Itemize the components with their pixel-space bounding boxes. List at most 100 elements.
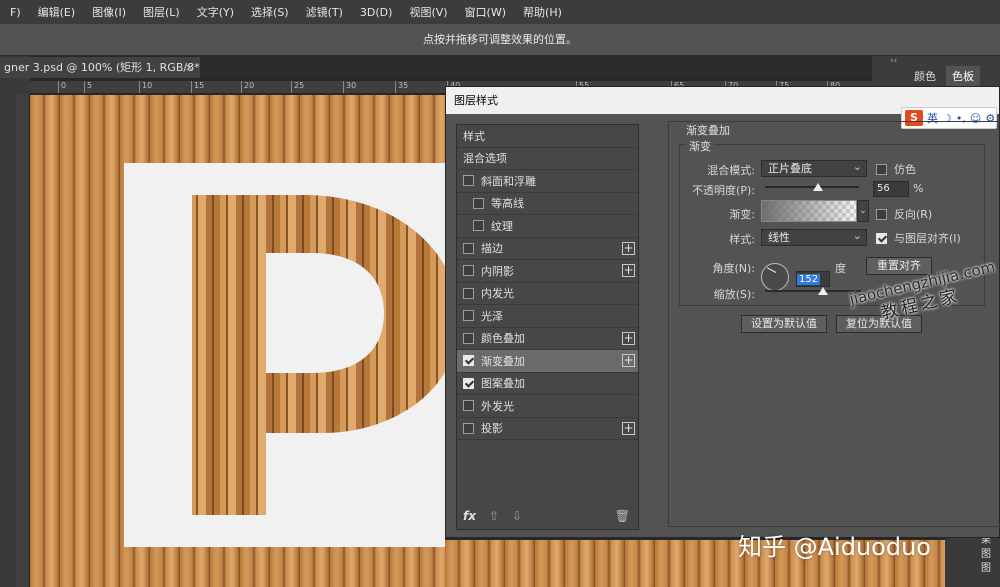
style-item[interactable]: 混合选项 [457,148,638,170]
style-checkbox[interactable] [463,310,474,322]
style-item[interactable]: 投影 + [457,418,638,440]
style-checkbox[interactable] [463,265,474,277]
style-checkbox[interactable] [463,175,474,187]
menu-item[interactable]: 图层(L) [135,4,189,20]
panel-item[interactable]: 图 [945,562,1000,576]
document-tab-bar: gner 3.psd @ 100% (矩形 1, RGB/8*) * × [0,57,872,78]
style-checkbox[interactable] [463,355,474,367]
chevron-down-icon[interactable]: ⌄ [857,200,869,222]
menu-item[interactable]: 图像(I) [84,4,135,20]
style-item[interactable]: 渐变叠加 + [457,350,638,373]
letter-p-shape [192,195,445,515]
credit-text: 知乎 @Aiduoduo [738,533,931,561]
reverse-label: 反向(R) [894,208,933,221]
style-checkbox[interactable] [463,422,474,434]
ruler-tick: 0 [58,81,66,93]
style-item[interactable]: 光泽 [457,305,638,328]
angle-dial[interactable] [761,263,789,291]
panel-item[interactable]: 图 [945,548,1000,562]
add-icon[interactable]: + [622,421,635,435]
menu-item[interactable]: 视图(V) [401,4,456,20]
blend-mode-value: 正片叠底 [768,162,812,175]
dither-checkbox[interactable]: 仿色 [876,161,916,177]
menu-item[interactable]: 编辑(E) [30,4,85,20]
gradient-label: 渐变: [729,208,755,221]
style-item-label: 描边 [481,242,503,256]
reset-align-button[interactable]: 重置对齐 [866,257,932,275]
style-item-label: 投影 [481,422,503,436]
move-up-icon[interactable]: ⇧ [489,509,499,523]
opacity-input[interactable]: 56 [873,181,909,197]
style-checkbox[interactable] [463,400,474,412]
style-checkbox[interactable] [463,377,474,389]
trash-icon[interactable]: 🗑 [615,509,630,523]
canvas[interactable] [30,95,445,587]
close-icon[interactable]: × [185,57,194,78]
menu-bar: F) 编辑(E) 图像(I) 图层(L) 文字(Y) 选择(S) 滤镜(T) 3D(D) 视图(… [0,0,1000,24]
ruler-tick: 25 [291,81,304,93]
tab-color[interactable]: 颜色 [908,66,942,88]
angle-value: 152 [797,274,821,285]
style-checkbox[interactable] [463,287,474,299]
angle-input[interactable]: 152 [796,271,830,287]
style-select[interactable]: 线性 [761,228,867,246]
style-checkbox[interactable] [473,197,484,209]
menu-item[interactable]: F) [2,6,30,19]
style-item[interactable]: 内发光 [457,283,638,305]
add-icon[interactable]: + [622,264,635,277]
tab-swatches[interactable]: 色板 [946,66,980,88]
add-icon[interactable]: + [622,331,635,345]
menu-item[interactable]: 3D(D) [352,6,402,19]
reverse-checkbox[interactable]: 反向(R) [876,206,932,222]
style-item[interactable]: 斜面和浮雕 [457,170,638,193]
set-default-button[interactable]: 设置为默认值 [741,315,827,333]
align-with-layer-checkbox[interactable]: 与图层对齐(I) [876,230,961,246]
align-check-box[interactable] [876,232,887,244]
style-item[interactable]: 等高线 [457,193,638,215]
style-item-label: 混合选项 [463,152,507,166]
add-icon[interactable]: + [622,354,635,367]
menu-item[interactable]: 窗口(W) [457,4,515,20]
scale-slider-thumb[interactable] [817,287,828,295]
ruler-tick: 5 [84,81,92,93]
reverse-check-box[interactable] [876,208,887,220]
angle-label: 角度(N): [712,262,755,275]
ruler-tick: 10 [139,81,152,93]
move-down-icon[interactable]: ⇩ [512,509,522,523]
style-checkbox[interactable] [463,332,474,344]
menu-item[interactable]: 滤镜(T) [298,4,352,20]
dither-label: 仿色 [894,163,916,176]
menu-item[interactable]: 选择(S) [243,4,298,20]
blend-mode-select[interactable]: 正片叠底 [761,159,867,177]
style-item[interactable]: 纹理 [457,215,638,238]
style-item[interactable]: 外发光 [457,395,638,418]
menu-item[interactable]: 文字(Y) [189,4,243,20]
fx-icon[interactable]: fx [463,509,476,523]
style-item[interactable]: 描边 + [457,238,638,260]
style-checkbox[interactable] [473,220,484,232]
style-item-label: 内阴影 [481,264,514,278]
ruler-tick: 20 [241,81,254,93]
style-item[interactable]: 样式 [457,125,638,148]
menu-item[interactable]: 帮助(H) [515,4,571,20]
style-checkbox[interactable] [463,242,474,254]
opacity-slider-thumb[interactable] [812,183,823,191]
style-item[interactable]: 内阴影 + [457,260,638,283]
section-title: 渐变叠加 [683,122,733,138]
dither-check-box[interactable] [876,163,887,175]
document-tab-title: gner 3.psd @ 100% (矩形 1, RGB/8*) * [4,61,200,74]
document-tab[interactable]: gner 3.psd @ 100% (矩形 1, RGB/8*) * × [0,57,200,78]
opacity-slider[interactable] [765,183,859,191]
style-value: 线性 [768,231,790,244]
scale-label: 缩放(S): [713,288,755,301]
scale-slider[interactable] [765,287,861,295]
style-item-label: 渐变叠加 [481,354,525,368]
style-list: 样式混合选项斜面和浮雕 等高线 纹理描边 + 内阴影 + 内发光 光泽 颜色叠加 + 渐变叠加 + 图案… [456,124,639,530]
gradient-preview[interactable] [761,200,857,222]
add-icon[interactable]: + [622,241,635,255]
options-hint: 点按并拖移可调整效果的位置。 [423,33,577,46]
collapse-icon[interactable]: ‹‹ [890,56,897,66]
style-item[interactable]: 颜色叠加 + [457,328,638,350]
angle-unit: 度 [835,262,846,275]
style-item[interactable]: 图案叠加 [457,373,638,395]
